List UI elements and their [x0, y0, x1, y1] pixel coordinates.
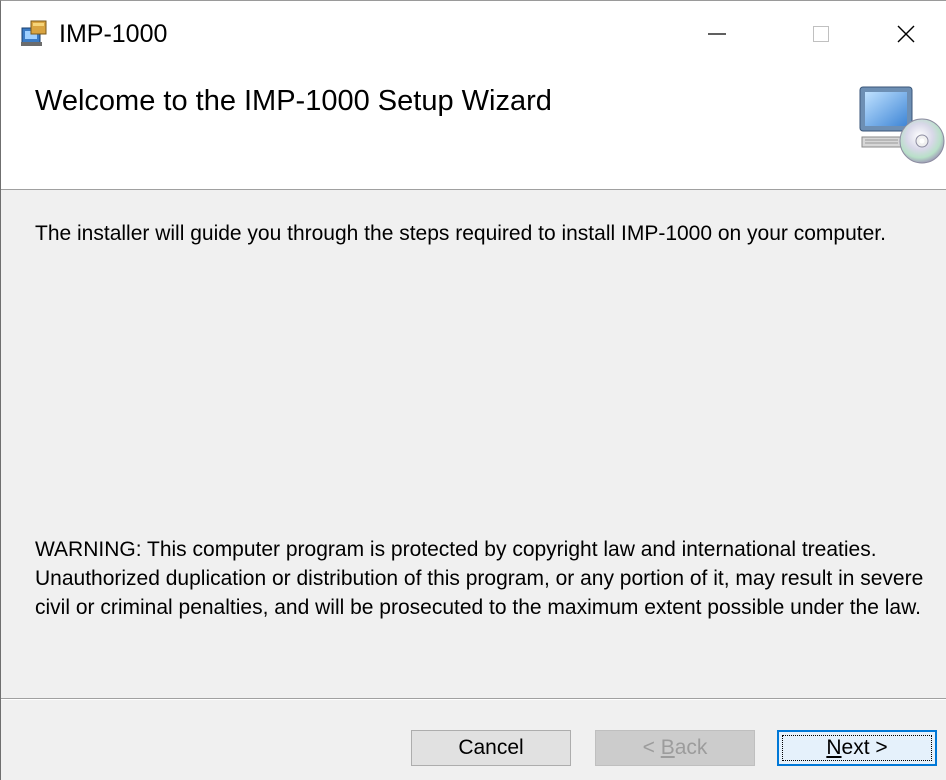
minimize-icon — [708, 33, 726, 35]
close-icon — [897, 25, 915, 43]
installer-package-icon — [19, 18, 49, 48]
setup-wizard-window: IMP-1000 Welcome to the IMP-1000 Setup W… — [0, 0, 946, 780]
window-title: IMP-1000 — [59, 20, 168, 48]
maximize-icon — [813, 26, 829, 42]
focus-ring — [782, 735, 932, 761]
back-button-label: ack — [674, 736, 708, 759]
back-button[interactable]: < Back — [595, 730, 755, 766]
button-separator — [1, 698, 946, 700]
minimize-button[interactable] — [674, 1, 760, 67]
wizard-banner: Welcome to the IMP-1000 Setup Wizard — [1, 67, 946, 190]
banner-title: Welcome to the IMP-1000 Setup Wizard — [35, 85, 552, 117]
title-bar[interactable]: IMP-1000 — [1, 1, 946, 67]
back-button-prefix: < — [642, 736, 661, 759]
next-button[interactable]: Next > — [777, 730, 937, 766]
copyright-warning-text: WARNING: This computer program is protec… — [35, 538, 924, 619]
close-button[interactable] — [863, 1, 946, 67]
computer-cd-icon — [856, 83, 946, 167]
intro-text: The installer will guide you through the… — [35, 222, 886, 245]
cancel-button[interactable]: Cancel — [411, 730, 571, 766]
maximize-button[interactable] — [778, 1, 864, 67]
back-button-accelerator: B — [660, 736, 675, 759]
